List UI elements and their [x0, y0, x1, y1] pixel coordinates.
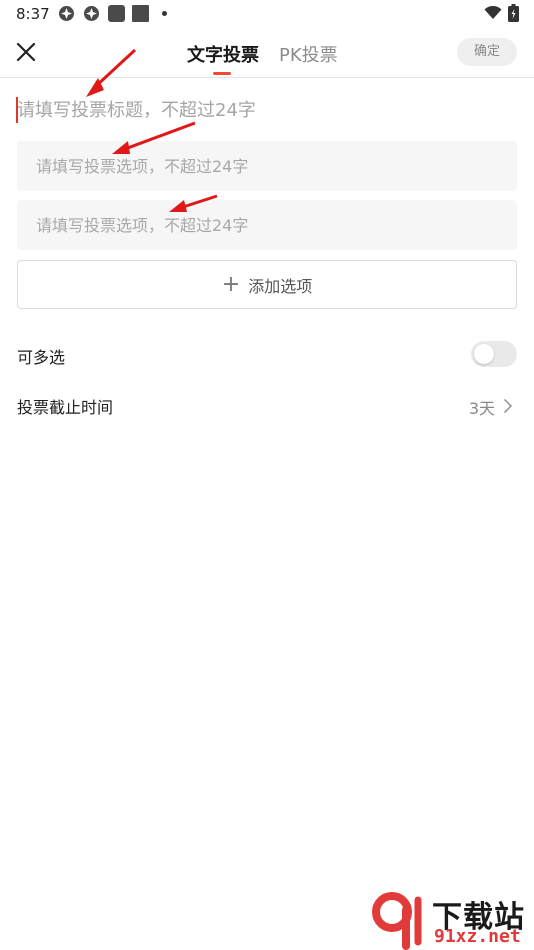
app-icon-4 — [132, 5, 149, 22]
tab-text-vote[interactable]: 文字投票 — [187, 45, 259, 67]
toggle-knob — [474, 344, 494, 364]
watermark-url: 91xz.net — [434, 926, 521, 947]
text-caret — [16, 97, 18, 123]
deadline-label: 投票截止时间 — [17, 398, 114, 417]
tab-pk-vote[interactable]: PK投票 — [279, 45, 338, 67]
vote-option-input-2[interactable] — [17, 200, 517, 250]
vote-title-input[interactable] — [17, 93, 517, 127]
active-tab-indicator — [213, 72, 231, 75]
app-icon-2 — [84, 6, 99, 21]
multi-select-row: 可多选 — [17, 340, 517, 370]
add-option-label: 添加选项 — [248, 276, 313, 296]
battery-icon — [508, 4, 519, 22]
deadline-value: 3天 — [468, 399, 495, 418]
multi-select-toggle[interactable] — [471, 341, 517, 367]
watermark: 下载站 91xz.net — [370, 890, 534, 950]
vote-option-input-1[interactable] — [17, 141, 517, 191]
confirm-button[interactable]: 确定 — [457, 38, 517, 66]
close-icon[interactable] — [14, 40, 38, 64]
plus-icon: + — [221, 271, 241, 297]
add-option-button[interactable]: + 添加选项 — [17, 260, 517, 309]
status-bar: 8:37 — [0, 0, 534, 28]
deadline-row[interactable]: 投票截止时间 3天 — [17, 390, 517, 420]
watermark-logo-icon — [372, 892, 422, 950]
wifi-icon — [484, 6, 502, 19]
multi-select-label: 可多选 — [17, 348, 66, 367]
notification-dot — [162, 11, 167, 16]
app-icon-3 — [108, 5, 125, 22]
header-bar: 文字投票 PK投票 确定 — [0, 28, 534, 78]
app-icon-1 — [59, 6, 74, 21]
status-time: 8:37 — [16, 5, 50, 23]
chevron-right-icon — [504, 399, 512, 413]
